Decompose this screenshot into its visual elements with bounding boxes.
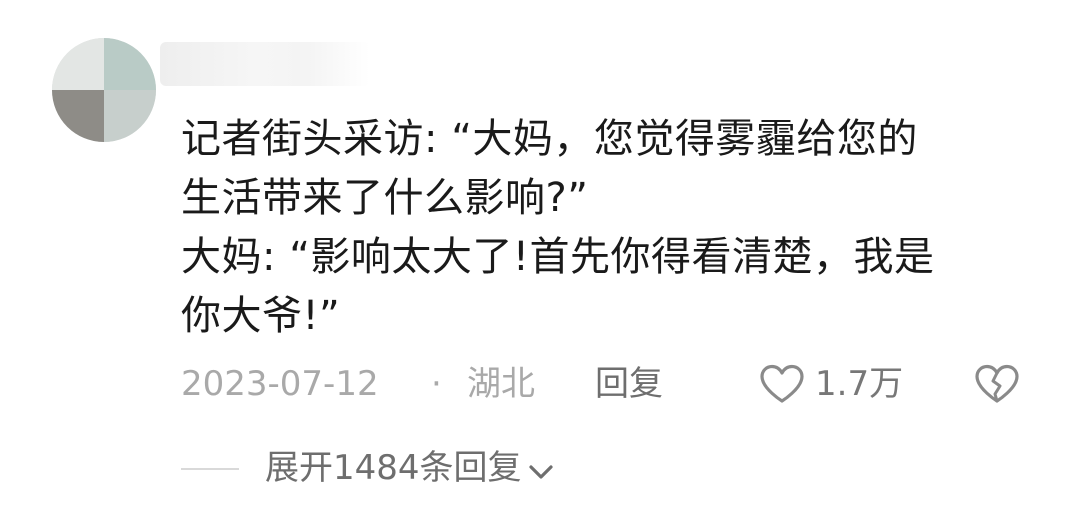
comment-text: 记者街头采访: “大妈，您觉得雾霾给您的 生活带来了什么影响?” 大妈: “影响… [181, 110, 1031, 346]
expand-replies-label: 展开1484条回复 [265, 448, 522, 488]
avatar-mosaic-tile [104, 90, 156, 142]
reply-button[interactable]: 回复 [595, 360, 663, 408]
expand-replies: 展开1484条回复 [181, 444, 681, 492]
username-blurred[interactable] [160, 42, 370, 86]
avatar[interactable] [52, 38, 156, 142]
avatar-mosaic-tile [52, 90, 104, 142]
broken-heart-icon[interactable] [974, 364, 1020, 404]
comment-line: 记者街头采访: “大妈，您觉得雾霾给您的 [181, 116, 918, 162]
chevron-down-icon [528, 464, 553, 479]
avatar-mosaic-tile [52, 38, 104, 90]
comment-line: 生活带来了什么影响?” [181, 175, 589, 221]
expand-replies-button[interactable]: 展开1484条回复 [265, 444, 554, 492]
heart-outline-icon [760, 364, 804, 403]
meta-separator: · [431, 364, 442, 404]
comment-line: 大妈: “影响太大了!首先你得看清楚，我是 [181, 234, 935, 280]
comment-date: 2023-07-12 [181, 364, 379, 404]
like-count: 1.7万 [815, 364, 904, 404]
avatar-mosaic-tile [104, 38, 156, 90]
comment-item: 记者街头采访: “大妈，您觉得雾霾给您的 生活带来了什么影响?” 大妈: “影响… [0, 0, 1080, 520]
divider [181, 468, 239, 470]
comment-meta: 2023-07-12 · 湖北 回复 1.7万 [181, 360, 1041, 408]
comment-line: 你大爷!” [181, 293, 341, 339]
comment-location: 湖北 [467, 364, 535, 404]
